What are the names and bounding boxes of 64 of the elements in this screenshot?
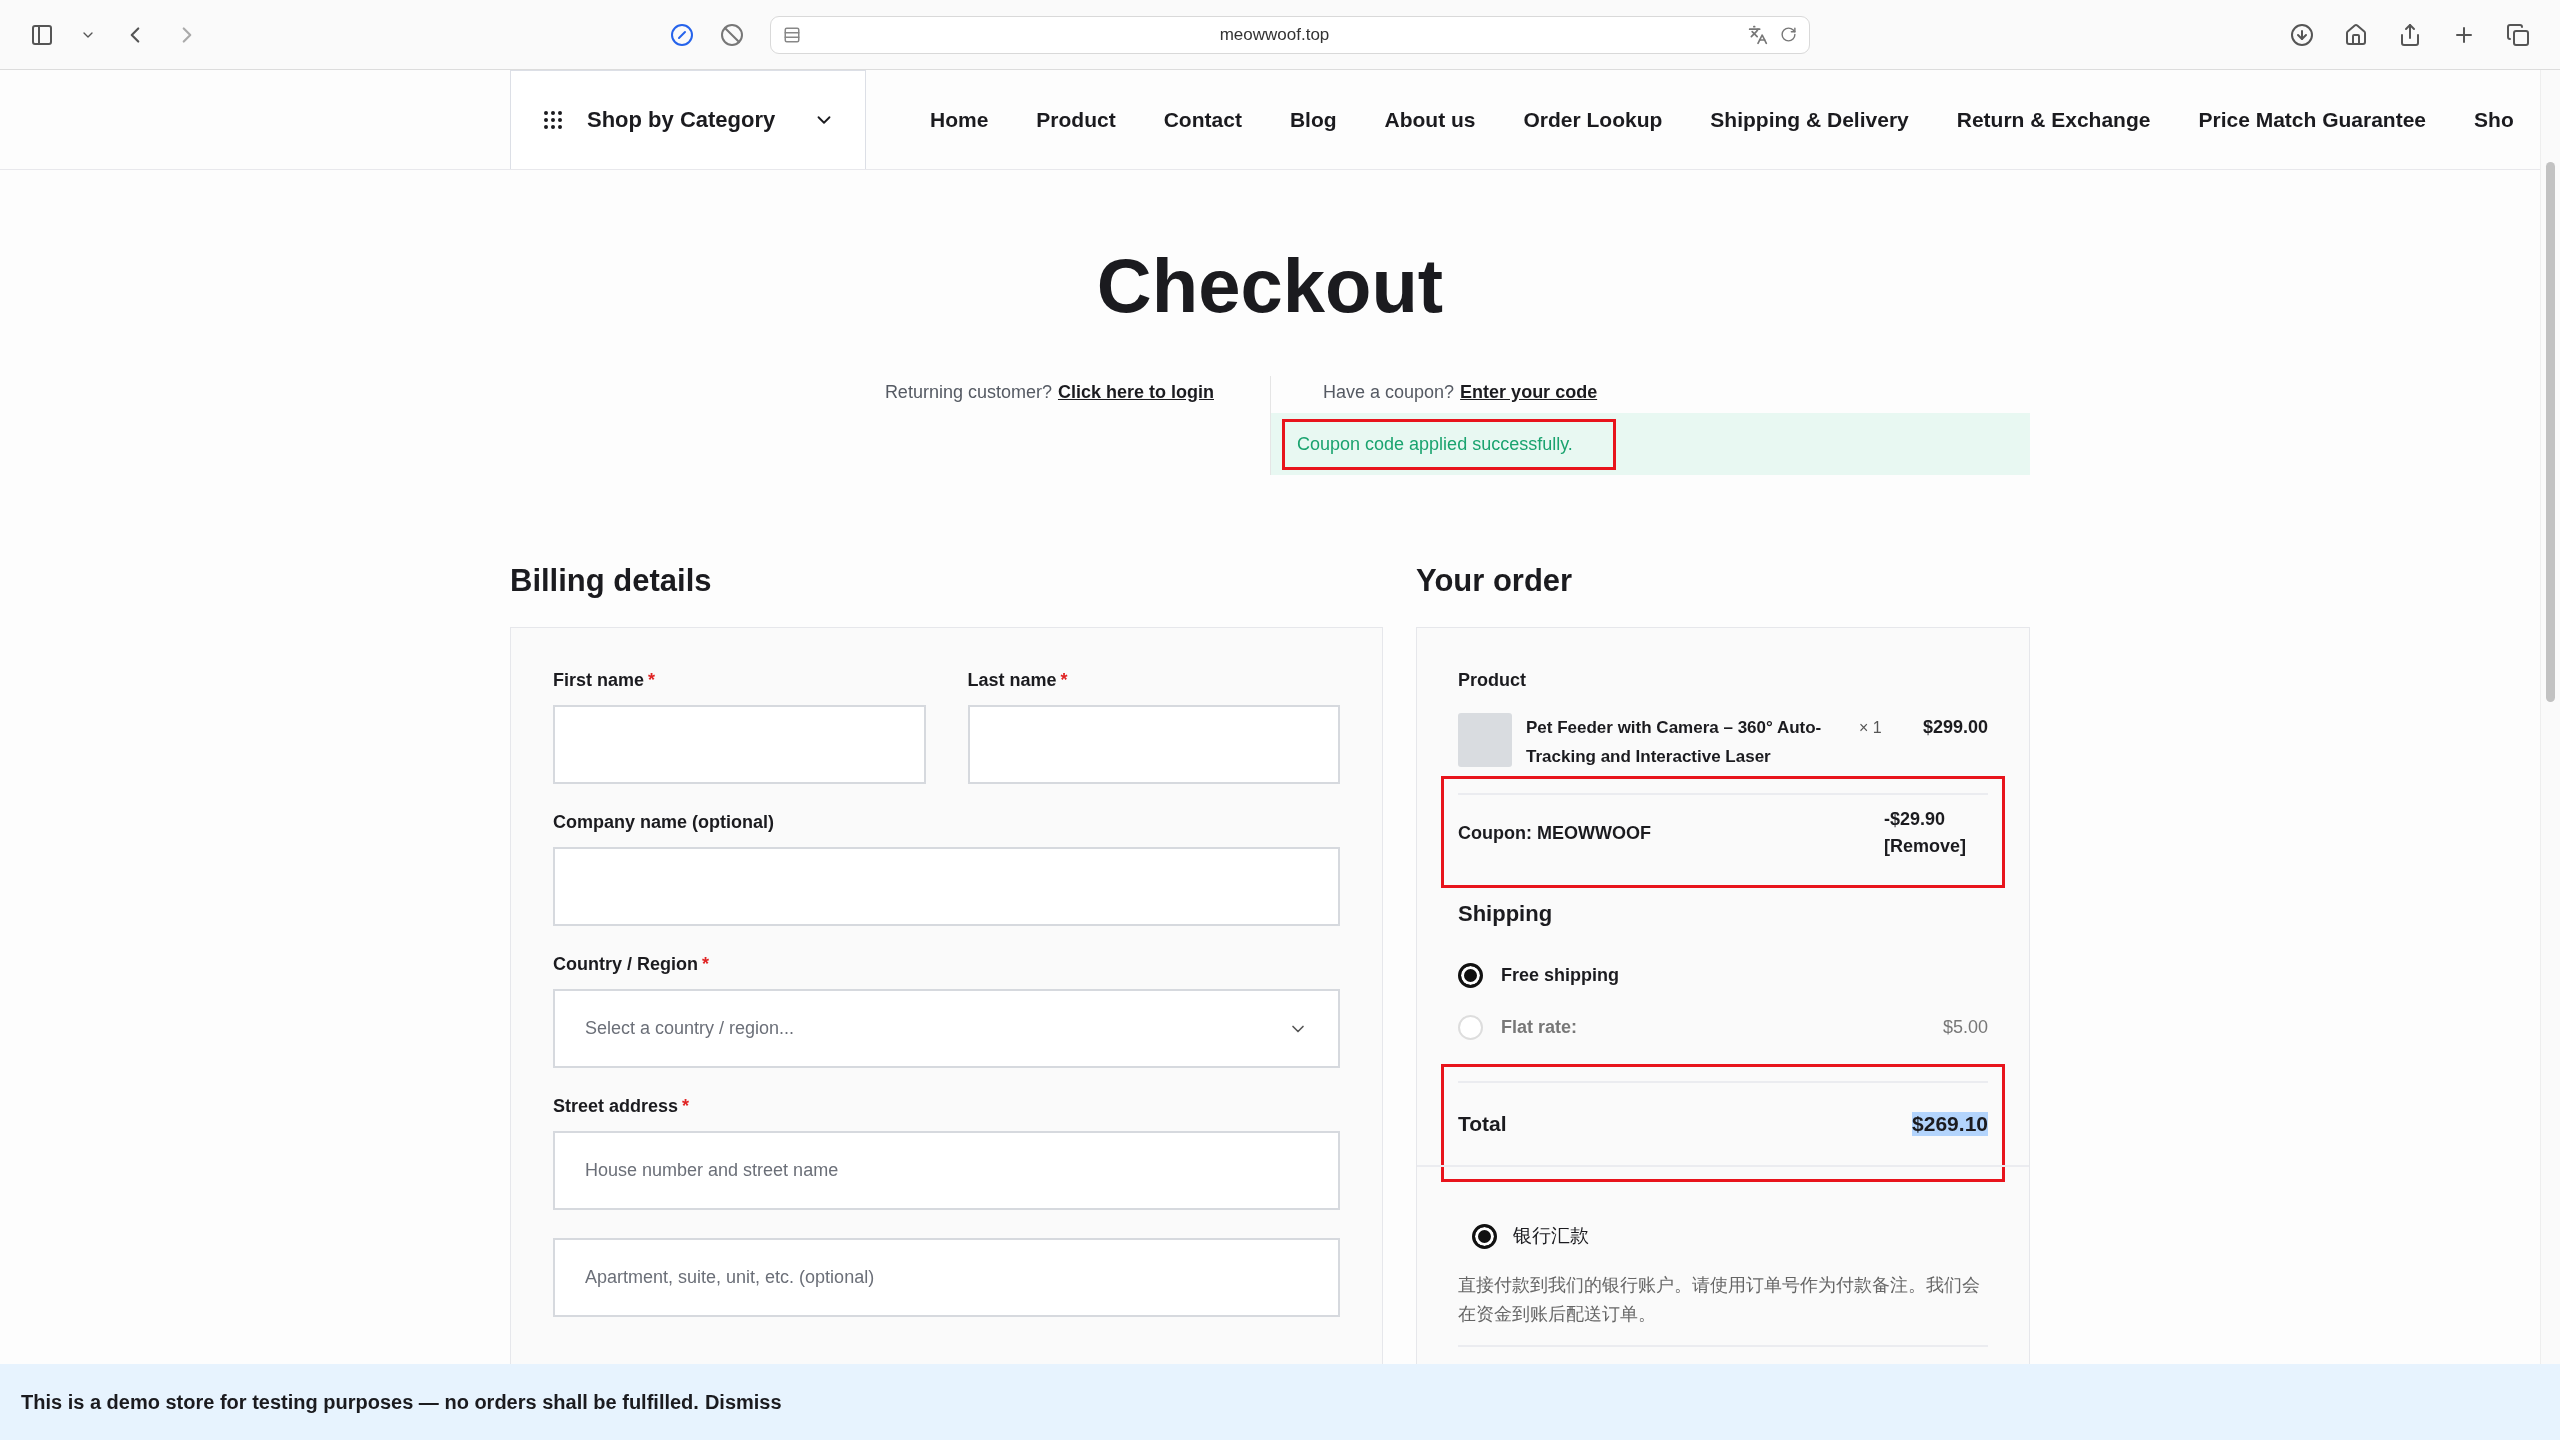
- quantity-text: × 1: [1857, 718, 1883, 738]
- nav-link[interactable]: Sho: [2474, 107, 2514, 132]
- section-heading: Your order: [1416, 563, 1574, 599]
- sidebar-icon[interactable]: [30, 22, 54, 47]
- coupon-label: Coupon: MEOWWOOF: [1458, 822, 1651, 844]
- photo-placeholder: [1458, 713, 1512, 767]
- enter-code-link[interactable]: Enter your code: [1460, 382, 1598, 402]
- tabs-icon[interactable]: [2506, 22, 2530, 47]
- section-heading: Billing details: [510, 563, 713, 599]
- nav-link[interactable]: About us: [1384, 107, 1476, 132]
- address-bar[interactable]: meowwoof.top: [770, 15, 1810, 54]
- scrollbar-thumb[interactable]: [2546, 162, 2555, 702]
- page-icon: [783, 25, 801, 44]
- country-select[interactable]: Select a country / region...: [553, 989, 1340, 1068]
- download-icon[interactable]: [2290, 22, 2314, 47]
- home-icon[interactable]: [2344, 22, 2368, 47]
- input-field[interactable]: House number and street name: [553, 1131, 1340, 1210]
- translate-icon[interactable]: [1748, 24, 1768, 45]
- nav-link[interactable]: Product: [1036, 107, 1116, 132]
- radio-button[interactable]: [1472, 1223, 1497, 1249]
- blocked-icon[interactable]: [720, 22, 744, 47]
- input-field[interactable]: [553, 847, 1340, 926]
- payment-description: 直接付款到我们的银行账户。请使用订单号作为付款备注。我们会在资金到账后配送订单。: [1458, 1271, 1988, 1347]
- slash-circle-icon[interactable]: [670, 22, 694, 47]
- radio-button[interactable]: [1458, 962, 1483, 988]
- field-label: Country / Region *: [553, 954, 710, 975]
- login-link[interactable]: Click here to login: [1057, 382, 1214, 475]
- shipping-option-label: Free shipping: [1501, 964, 1620, 986]
- input-field[interactable]: [553, 705, 926, 784]
- nav-link[interactable]: Contact: [1163, 107, 1242, 132]
- store-notice-text: This is a demo store for testing purposes — no orders shall be fulfilled.: [21, 1390, 699, 1414]
- column-heading: Product: [1458, 670, 1527, 691]
- share-icon[interactable]: [2398, 22, 2422, 47]
- shop-by-category-button[interactable]: Shop by Category: [510, 70, 866, 169]
- nav-link[interactable]: Order Lookup: [1523, 107, 1663, 132]
- field-label: First name *: [553, 670, 657, 691]
- nav-link[interactable]: Blog: [1289, 107, 1337, 132]
- field-label: Last name *: [967, 670, 1069, 691]
- nav-link[interactable]: Return & Exchange: [1956, 107, 2151, 132]
- field-label: Street address *: [553, 1096, 691, 1117]
- field-label: Company name (optional): [553, 812, 775, 833]
- coupon-prompt-text: Have a coupon?: [1323, 382, 1455, 402]
- nav-link[interactable]: Price Match Guarantee: [2198, 107, 2427, 132]
- discount-amount: -$29.90: [1884, 809, 1947, 830]
- nav-link[interactable]: Home: [930, 107, 989, 132]
- nav-link[interactable]: Shipping & Delivery: [1710, 107, 1909, 132]
- payment-method-label: 银行汇款: [1513, 1224, 1589, 1248]
- page-title: Checkout: [1096, 248, 1444, 324]
- total-amount: $269.10: [1912, 1112, 1988, 1136]
- shipping-heading: Shipping: [1458, 901, 1554, 927]
- price-text: $299.00: [1922, 716, 1988, 739]
- product-name: Pet Feeder with Camera – 360° Auto-Tracking and Interactive Laser: [1526, 717, 1823, 768]
- input-field[interactable]: [967, 705, 1340, 784]
- total-label: Total: [1458, 1112, 1507, 1136]
- dismiss-link[interactable]: Dismiss: [704, 1390, 782, 1414]
- remove-coupon-link[interactable]: [Remove]: [1884, 836, 1988, 857]
- reload-icon[interactable]: [1780, 26, 1797, 43]
- shipping-option-label: Flat rate:: [1501, 1016, 1579, 1038]
- returning-customer-text: Returning customer?: [884, 382, 1052, 404]
- input-field[interactable]: Apartment, suite, unit, etc. (optional): [553, 1238, 1340, 1317]
- grid-dots-icon: [541, 108, 565, 132]
- shipping-price: $5.00: [1942, 1016, 1988, 1038]
- success-message: Coupon code applied successfully.: [1285, 421, 1613, 467]
- url-text: meowwoof.top: [1218, 24, 1331, 45]
